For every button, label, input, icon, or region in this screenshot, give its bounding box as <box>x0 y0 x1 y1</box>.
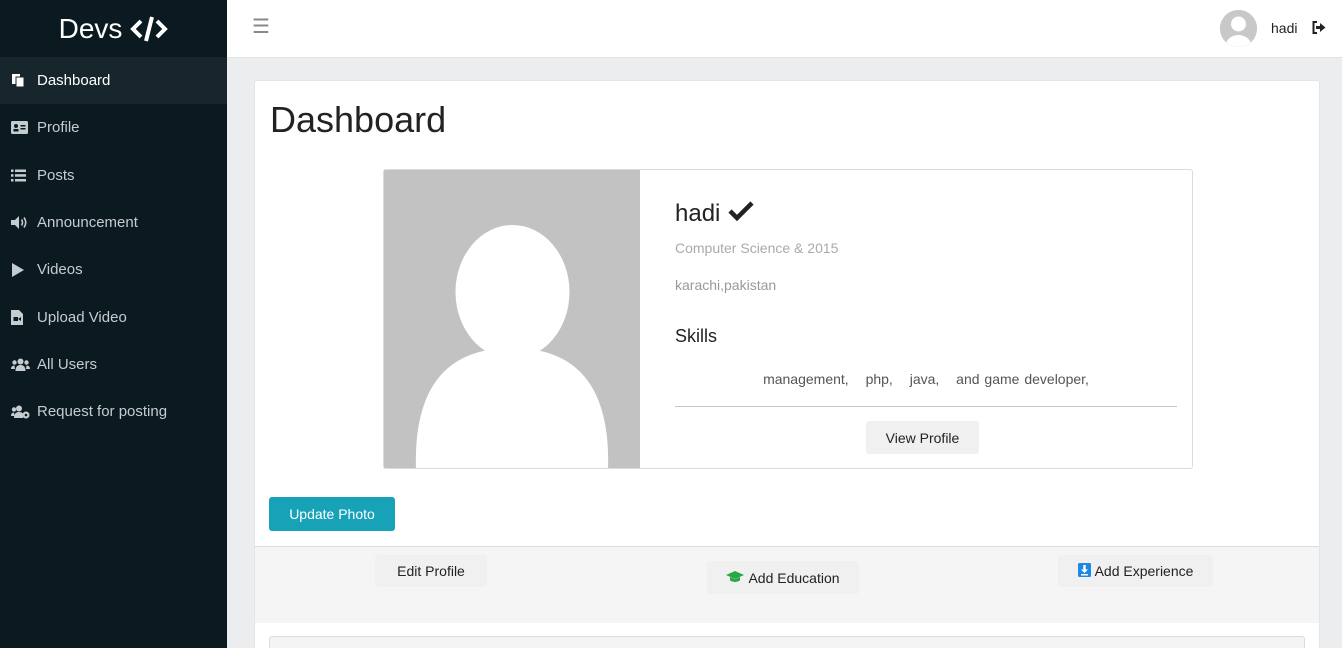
profile-name-row: hadi <box>675 200 754 228</box>
edit-profile-button[interactable]: Edit Profile <box>375 555 487 587</box>
dashboard-card: Dashboard hadi Computer Science & 2015 k… <box>254 80 1320 648</box>
sidebar-item-dashboard[interactable]: Dashboard <box>0 57 227 105</box>
volume-icon <box>11 216 31 230</box>
page-title: Dashboard <box>270 99 447 140</box>
sidebar-item-label: Dashboard <box>37 72 111 90</box>
actions-bar: Edit Profile Add Education Add Experienc… <box>255 546 1319 623</box>
user-name[interactable]: hadi <box>1271 20 1297 36</box>
skill-item: php, <box>865 371 893 387</box>
sidebar-item-label: Profile <box>37 119 80 137</box>
brand-logo[interactable]: Devs <box>0 0 227 57</box>
content-panel <box>269 636 1305 648</box>
sidebar-item-request-for-posting[interactable]: Request for posting <box>0 388 227 435</box>
profile-photo <box>384 170 640 468</box>
update-photo-button[interactable]: Update Photo <box>269 497 395 531</box>
skills-title: Skills <box>675 326 718 346</box>
sidebar-nav: Dashboard Profile Posts Announcement Vid… <box>0 57 227 435</box>
avatar[interactable] <box>1220 10 1257 47</box>
profile-location: karachi,pakistan <box>675 277 777 293</box>
skill-item: java, <box>909 371 940 387</box>
sidebar-item-label: Posts <box>37 166 75 184</box>
view-profile-button[interactable]: View Profile <box>866 421 979 454</box>
profile-name: hadi <box>675 200 721 227</box>
sidebar-item-videos[interactable]: Videos <box>0 246 227 293</box>
topbar: ☰ hadi <box>227 0 1342 58</box>
edit-profile-label: Edit Profile <box>397 563 465 579</box>
sidebar-item-label: Upload Video <box>37 308 127 326</box>
id-card-icon <box>11 121 31 135</box>
sidebar-item-label: Announcement <box>37 214 138 232</box>
add-education-label: Add Education <box>748 569 840 586</box>
profile-subtitle: Computer Science & 2015 <box>675 240 839 256</box>
file-video-icon <box>11 309 31 325</box>
skill-item: management, <box>763 371 849 387</box>
add-experience-label: Add Experience <box>1094 563 1194 579</box>
users-icon <box>11 358 31 371</box>
add-experience-button[interactable]: Add Experience <box>1058 555 1213 587</box>
sidebar-item-posts[interactable]: Posts <box>0 152 227 199</box>
sidebar-item-label: Request for posting <box>37 403 168 421</box>
download-icon <box>1077 562 1091 580</box>
sidebar-item-all-users[interactable]: All Users <box>0 341 227 388</box>
sidebar-item-label: Videos <box>37 261 83 279</box>
skills-list: management, php, java, and game develope… <box>675 371 1177 387</box>
profile-card: hadi Computer Science & 2015 karachi,pak… <box>383 169 1193 469</box>
sidebar-item-profile[interactable]: Profile <box>0 104 227 151</box>
check-icon <box>728 200 754 228</box>
sidebar-item-upload-video[interactable]: Upload Video <box>0 293 227 340</box>
hamburger-icon[interactable]: ☰ <box>252 17 270 37</box>
graduation-cap-icon <box>726 570 745 586</box>
copy-icon <box>11 73 31 88</box>
brand-name: Devs <box>58 12 123 44</box>
divider <box>675 406 1177 407</box>
play-icon <box>11 262 31 277</box>
code-icon <box>130 14 169 44</box>
sign-out-icon[interactable] <box>1312 21 1326 39</box>
users-cog-icon <box>11 405 31 419</box>
sidebar: Devs Dashboard Profile Posts Announcemen… <box>0 0 227 648</box>
add-education-button[interactable]: Add Education <box>707 561 859 594</box>
sidebar-item-announcement[interactable]: Announcement <box>0 199 227 246</box>
sidebar-item-label: All Users <box>37 355 98 373</box>
list-icon <box>11 169 31 182</box>
skill-item: and game developer, <box>956 371 1089 387</box>
